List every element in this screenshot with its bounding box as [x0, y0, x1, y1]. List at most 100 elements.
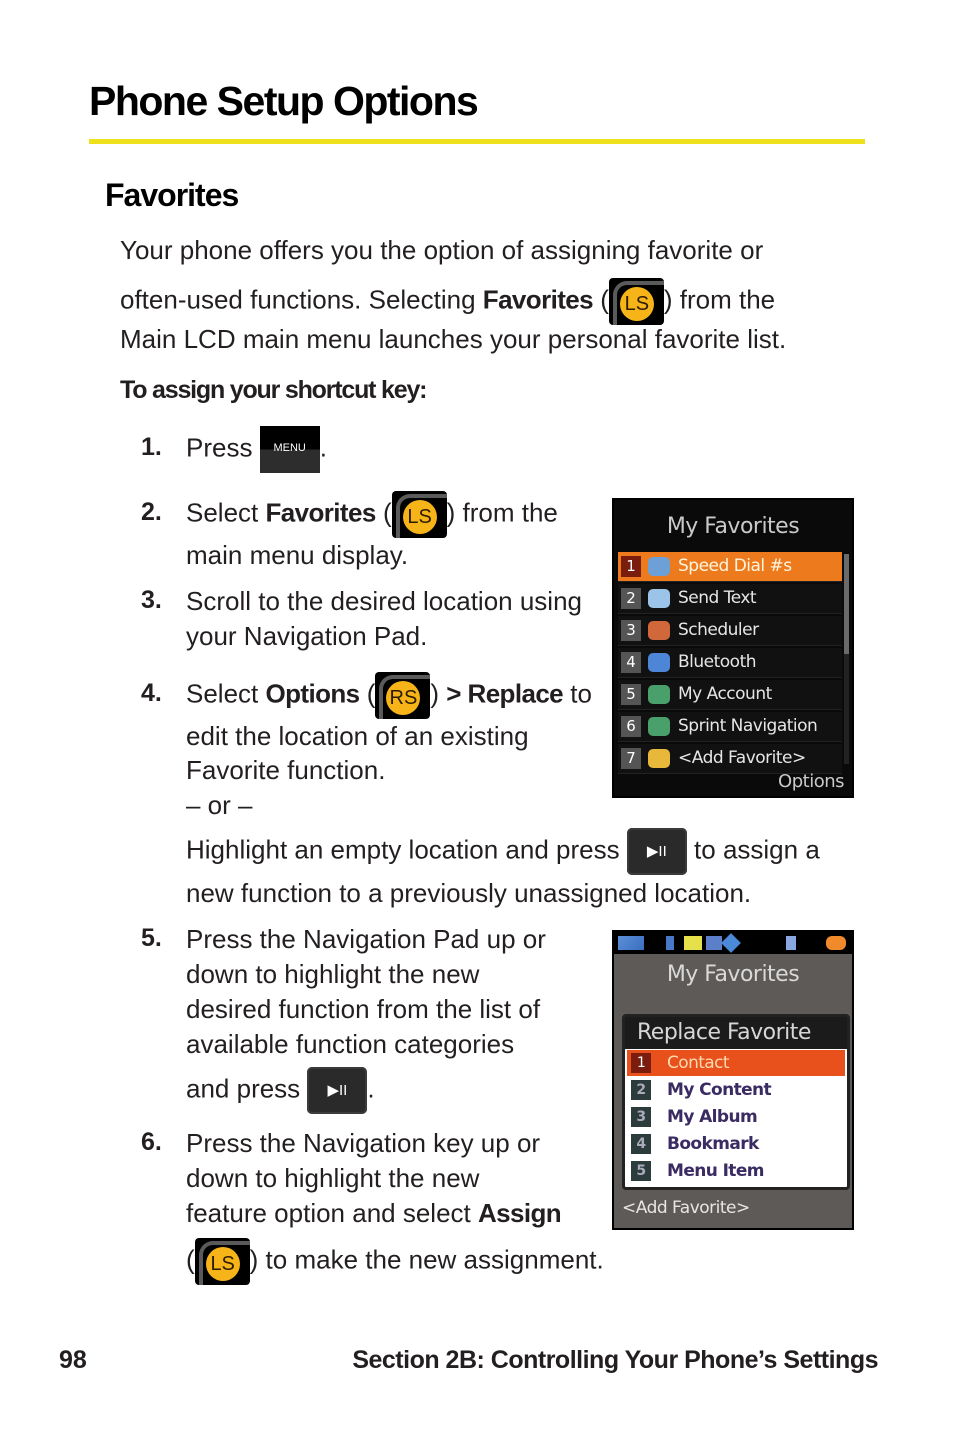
replace-option: 2 My Content [627, 1077, 845, 1103]
arrow-separator: > [446, 678, 468, 709]
message-icon [706, 936, 722, 950]
intro-text-end: ) from the [663, 284, 776, 315]
play-pause-key-icon: ▶II [307, 1067, 368, 1114]
step-text: . [367, 1073, 375, 1104]
replace-options-list: 1 Contact 2 My Content 3 My Album 4 Bookmark 5 Me… [625, 1050, 847, 1184]
item-number: 4 [631, 1134, 651, 1154]
left-softkey-icon: LS [194, 1238, 250, 1285]
item-label: <Add Favorite> [678, 748, 806, 768]
favorite-item: 4 Bluetooth [618, 648, 842, 678]
favorite-item: 7 <Add Favorite> [618, 744, 842, 774]
add-favorite-icon [648, 749, 670, 768]
step-4-line-3: Favorite function. [186, 755, 386, 785]
right-softkey-icon: RS [375, 672, 431, 719]
step-text: feature option and select [186, 1198, 478, 1228]
step-3-line-1: Scroll to the desired location using [186, 586, 583, 616]
scheduler-icon [648, 621, 670, 640]
step-text: ) from the [446, 497, 558, 528]
left-softkey-icon: LS [608, 278, 664, 325]
step-2-line-2: main menu display. [186, 540, 409, 570]
menu-key-icon: MENU [259, 426, 320, 473]
item-number: 5 [631, 1161, 651, 1181]
my-account-icon [648, 685, 670, 704]
ls-label: LS [619, 287, 654, 321]
item-number: 2 [631, 1080, 651, 1100]
screen-title: My Favorites [666, 514, 800, 539]
intro-line-3: Main LCD main menu launches your persona… [120, 324, 787, 354]
sprint-navigation-icon [648, 717, 670, 736]
bluetooth-icon [648, 653, 670, 672]
item-label: Bluetooth [678, 652, 757, 672]
left-softkey-icon: LS [391, 491, 447, 538]
step-6-line-2: down to highlight the new [186, 1163, 480, 1193]
item-number: 1 [621, 556, 641, 577]
step-text: Highlight an empty location and press [186, 834, 627, 865]
step-text: . [319, 432, 327, 463]
step-text: and press [186, 1073, 308, 1104]
item-label: Contact [667, 1053, 730, 1073]
favorite-item: 3 Scheduler [618, 616, 842, 646]
step-text: to assign a [686, 834, 820, 865]
section-footer: Section 2B: Controlling Your Phone’s Set… [352, 1346, 878, 1374]
replace-option: 3 My Album [627, 1104, 845, 1130]
item-number: 4 [621, 652, 641, 673]
section-heading: Favorites [105, 177, 239, 213]
step-number: 5. [141, 924, 162, 952]
intro-line-1: Your phone offers you the option of assi… [120, 235, 764, 265]
navigation-icon [721, 933, 741, 953]
item-number: 6 [621, 716, 641, 737]
item-number: 3 [631, 1107, 651, 1127]
step-text: to [563, 678, 592, 709]
step-4-line-2: edit the location of an existing [186, 721, 529, 751]
item-label: Bookmark [667, 1134, 759, 1154]
step-4-alt-line-2: new function to a previously unassigned … [186, 878, 752, 908]
replace-favorite-screenshot: My Favorites Replace Favorite 1 Contact 2 M… [612, 930, 854, 1230]
step-number: 4. [141, 679, 162, 707]
music-icon [666, 936, 674, 950]
send-text-icon [648, 589, 670, 608]
step-number: 1. [141, 433, 162, 461]
step-5-line-3: desired function from the list of [186, 994, 541, 1024]
item-label: My Album [667, 1107, 758, 1127]
item-label: My Content [667, 1080, 772, 1100]
intro-text: often-used functions. Selecting [120, 284, 483, 315]
options-softkey-label: Options [778, 771, 844, 792]
favorite-item: 1 Speed Dial #s [618, 552, 842, 582]
options-term: Options [265, 678, 361, 709]
signal-icon [618, 936, 644, 950]
item-label: Menu Item [667, 1161, 764, 1181]
paren-close: ) [430, 678, 447, 709]
step-6-line-4: ( LS ) to make the new assignment. [186, 1238, 604, 1285]
step-2-line-1: Select Favorites (LS) from the [186, 491, 558, 538]
my-favorites-screenshot: My Favorites 1 Speed Dial #s 2 Send Text 3 Sc… [612, 498, 854, 798]
title-underline [89, 139, 865, 144]
item-label: Send Text [678, 588, 757, 608]
or-separator: – or – [186, 790, 253, 820]
step-number: 3. [141, 586, 162, 614]
step-1-text: Press MENU. [186, 426, 327, 473]
paren-open: ( [593, 284, 609, 315]
paren-open: ( [375, 497, 392, 528]
memory-card-icon [786, 936, 796, 950]
item-number: 3 [621, 620, 641, 641]
step-number: 2. [141, 498, 162, 526]
page-number: 98 [59, 1346, 87, 1374]
add-favorite-label: <Add Favorite> [622, 1198, 750, 1218]
step-text: Press [186, 432, 260, 463]
replace-option: 5 Menu Item [627, 1158, 845, 1184]
item-number: 2 [621, 588, 641, 609]
screen-title: My Favorites [666, 962, 800, 987]
item-number: 5 [621, 684, 641, 705]
favorite-item: 6 Sprint Navigation [618, 712, 842, 742]
item-label: Sprint Navigation [678, 716, 818, 736]
step-5-line-4: available function categories [186, 1029, 515, 1059]
step-text: ) to make the new assignment. [249, 1244, 604, 1275]
play-pause-key-icon: ▶II [626, 828, 687, 875]
procedure-heading: To assign your shortcut key: [120, 376, 427, 404]
step-text: Select [186, 678, 266, 709]
assign-term: Assign [477, 1198, 562, 1228]
step-4-line-1: Select Options (RS) > Replace to [186, 672, 592, 719]
item-number: 1 [631, 1053, 651, 1073]
paren-open: ( [186, 1244, 195, 1275]
ls-label: LS [205, 1247, 240, 1281]
